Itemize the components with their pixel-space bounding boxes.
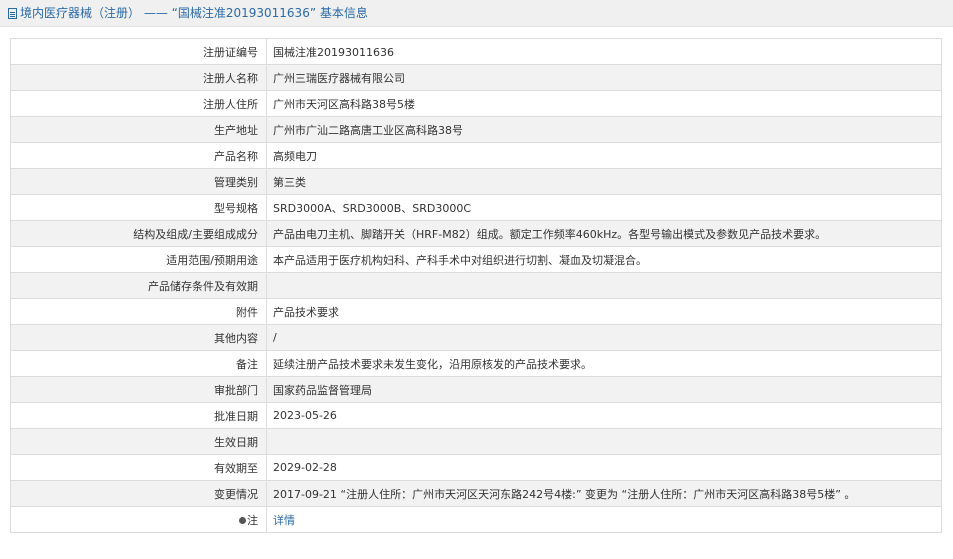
field-label: 产品名称 bbox=[10, 142, 267, 169]
info-row: 注册人名称 广州三瑞医疗器械有限公司 bbox=[10, 64, 942, 91]
field-value: 延续注册产品技术要求未发生变化，沿用原核发的产品技术要求。 bbox=[266, 350, 942, 377]
document-icon bbox=[8, 8, 17, 19]
page-header: 境内医疗器械（注册） —— “国械注准20193011636” 基本信息 bbox=[0, 0, 953, 27]
field-label: 产品储存条件及有效期 bbox=[10, 272, 267, 299]
field-value: 广州市天河区高科路38号5楼 bbox=[266, 90, 942, 117]
field-value: 本产品适用于医疗机构妇科、产科手术中对组织进行切割、凝血及切凝混合。 bbox=[266, 246, 942, 273]
field-label: 变更情况 bbox=[10, 480, 267, 507]
field-label: 生产地址 bbox=[10, 116, 267, 143]
field-label: 结构及组成/主要组成成分 bbox=[10, 220, 267, 247]
field-value: 国械注准20193011636 bbox=[266, 38, 942, 65]
field-value: 国家药品监督管理局 bbox=[266, 376, 942, 403]
info-row: 审批部门 国家药品监督管理局 bbox=[10, 376, 942, 403]
field-label: 批准日期 bbox=[10, 402, 267, 429]
info-row: 产品储存条件及有效期 bbox=[10, 272, 942, 299]
info-row: 注册人住所 广州市天河区高科路38号5楼 bbox=[10, 90, 942, 117]
note-label-cell: 注 bbox=[10, 506, 267, 533]
field-value bbox=[266, 272, 942, 299]
field-label: 注册证编号 bbox=[10, 38, 267, 65]
note-label: 注 bbox=[247, 513, 258, 527]
info-row: 型号规格 SRD3000A、SRD3000B、SRD3000C bbox=[10, 194, 942, 221]
field-label: 生效日期 bbox=[10, 428, 267, 455]
field-value: 产品由电刀主机、脚踏开关（HRF-M82）组成。额定工作频率460kHz。各型号… bbox=[266, 220, 942, 247]
registration-info-table: 注册证编号 国械注准20193011636 注册人名称 广州三瑞医疗器械有限公司 注册人… bbox=[10, 38, 942, 533]
info-row: 生效日期 bbox=[10, 428, 942, 455]
info-row: 管理类别 第三类 bbox=[10, 168, 942, 195]
info-row: 注册证编号 国械注准20193011636 bbox=[10, 38, 942, 65]
field-label: 审批部门 bbox=[10, 376, 267, 403]
info-row: 批准日期 2023-05-26 bbox=[10, 402, 942, 429]
note-value-cell: 详情 bbox=[266, 506, 942, 533]
field-label: 适用范围/预期用途 bbox=[10, 246, 267, 273]
page-title: 境内医疗器械（注册） —— “国械注准20193011636” 基本信息 bbox=[20, 6, 368, 20]
field-value: 高频电刀 bbox=[266, 142, 942, 169]
info-row: 变更情况 2017-09-21 “注册人住所：广州市天河区天河东路242号4楼:”… bbox=[10, 480, 942, 507]
field-label: 其他内容 bbox=[10, 324, 267, 351]
field-value: 产品技术要求 bbox=[266, 298, 942, 325]
field-value: 2017-09-21 “注册人住所：广州市天河区天河东路242号4楼:” 变更为… bbox=[266, 480, 942, 507]
field-value: 第三类 bbox=[266, 168, 942, 195]
field-value: 广州市广汕二路高唐工业区高科路38号 bbox=[266, 116, 942, 143]
info-row: 产品名称 高频电刀 bbox=[10, 142, 942, 169]
field-label: 备注 bbox=[10, 350, 267, 377]
field-label: 管理类别 bbox=[10, 168, 267, 195]
info-row: 附件 产品技术要求 bbox=[10, 298, 942, 325]
field-value: SRD3000A、SRD3000B、SRD3000C bbox=[266, 194, 942, 221]
field-label: 注册人住所 bbox=[10, 90, 267, 117]
note-icon bbox=[239, 516, 246, 524]
field-label: 型号规格 bbox=[10, 194, 267, 221]
info-row: 备注 延续注册产品技术要求未发生变化，沿用原核发的产品技术要求。 bbox=[10, 350, 942, 377]
field-label: 注册人名称 bbox=[10, 64, 267, 91]
field-value bbox=[266, 428, 942, 455]
info-row: 生产地址 广州市广汕二路高唐工业区高科路38号 bbox=[10, 116, 942, 143]
field-value: 广州三瑞医疗器械有限公司 bbox=[266, 64, 942, 91]
field-label: 有效期至 bbox=[10, 454, 267, 481]
info-row: 其他内容 / bbox=[10, 324, 942, 351]
info-row: 适用范围/预期用途 本产品适用于医疗机构妇科、产科手术中对组织进行切割、凝血及切凝… bbox=[10, 246, 942, 273]
note-row: 注 详情 bbox=[10, 506, 942, 533]
field-value: / bbox=[266, 324, 942, 351]
info-row: 结构及组成/主要组成成分 产品由电刀主机、脚踏开关（HRF-M82）组成。额定工作… bbox=[10, 220, 942, 247]
field-value: 2029-02-28 bbox=[266, 454, 942, 481]
info-row: 有效期至 2029-02-28 bbox=[10, 454, 942, 481]
field-value: 2023-05-26 bbox=[266, 402, 942, 429]
field-label: 附件 bbox=[10, 298, 267, 325]
details-link[interactable]: 详情 bbox=[273, 514, 295, 527]
